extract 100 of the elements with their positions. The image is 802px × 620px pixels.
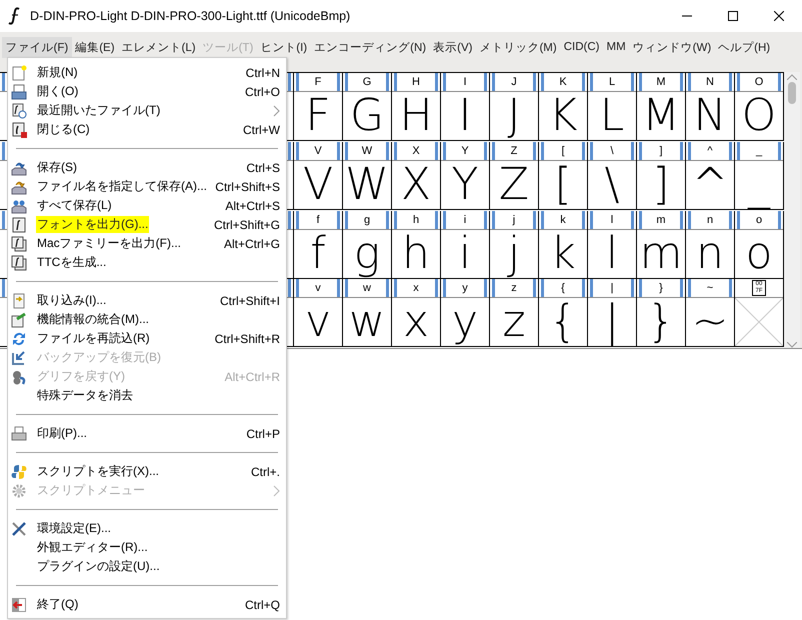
glyph-cell-header[interactable]: ^ (686, 142, 734, 161)
glyph-cell-header[interactable]: y (441, 279, 489, 298)
glyph-cell[interactable]: Y (441, 160, 489, 209)
glyph-cell[interactable]: [ (539, 160, 587, 209)
glyph-cell[interactable]: l (588, 230, 636, 278)
glyph-cell-header[interactable]: Y (441, 142, 489, 161)
glyph-cell[interactable]: i (441, 230, 489, 278)
glyph-cell-header[interactable]: o (735, 210, 783, 230)
glyph-cell[interactable]: L (588, 92, 636, 140)
glyph-cell-header[interactable]: N (686, 73, 734, 92)
glyph-cell[interactable]: ^ (686, 160, 734, 209)
glyph-cell-header[interactable]: O (735, 73, 783, 92)
menu-item[interactable]: 環境設定(E)... (36, 520, 112, 537)
menu-item[interactable]: 特殊データを消去 (36, 387, 134, 404)
glyph-cell-header[interactable]: v (294, 279, 342, 298)
glyph-cell-header[interactable]: ~ (686, 279, 734, 298)
glyph-cell-header[interactable]: z (490, 279, 538, 298)
menu-item[interactable]: 取り込み(I)... (36, 292, 108, 309)
menu-item[interactable]: すべて保存(L) (36, 197, 113, 214)
glyph-cell[interactable]: j (490, 230, 538, 278)
menu-item[interactable]: Macファミリーを出力(F)... (36, 235, 182, 252)
glyph-cell-header[interactable]: | (588, 279, 636, 298)
menu-item[interactable]: MM (602, 38, 630, 56)
glyph-cell[interactable]: m (637, 230, 685, 278)
glyph-cell[interactable]: o (735, 230, 783, 278)
glyph-cell[interactable]: w (343, 298, 391, 346)
menu-item[interactable]: 開く(O) (36, 83, 80, 100)
glyph-cell-header[interactable]: k (539, 210, 587, 230)
glyph-cell-header[interactable]: m (637, 210, 685, 230)
glyph-cell-header[interactable]: ] (637, 142, 685, 161)
glyph-cell-header[interactable]: j (490, 210, 538, 230)
menu-item[interactable]: プラグインの設定(U)... (36, 558, 161, 575)
menu-item[interactable]: 保存(S) (36, 159, 78, 176)
glyph-cell[interactable]: x (392, 298, 440, 346)
glyph-cell-header[interactable]: J (490, 73, 538, 92)
menu-item[interactable]: 閉じる(C) (36, 121, 91, 138)
menu-item[interactable]: ファイル(F) (2, 36, 72, 58)
glyph-cell[interactable]: V (294, 160, 342, 209)
glyph-cell-header[interactable]: K (539, 73, 587, 92)
glyph-cell-header[interactable]: [ (539, 142, 587, 161)
glyph-cell-header[interactable]: w (343, 279, 391, 298)
glyph-cell-header[interactable]: x (392, 279, 440, 298)
glyph-cell-header[interactable]: L (588, 73, 636, 92)
glyph-cell[interactable]: v (294, 298, 342, 346)
glyph-cell[interactable]: \ (588, 160, 636, 209)
menu-item[interactable]: CID(C) (560, 38, 603, 56)
glyph-cell[interactable]: g (343, 230, 391, 278)
menu-item[interactable]: 外観エディター(R)... (36, 539, 149, 556)
menu-item[interactable]: 表示(V) (430, 36, 476, 58)
glyph-cell[interactable]: f (294, 230, 342, 278)
glyph-cell[interactable]: N (686, 92, 734, 140)
glyph-cell[interactable]: W (343, 160, 391, 209)
glyph-cell[interactable]: } (637, 298, 685, 346)
menu-item[interactable]: 編集(E) (72, 36, 118, 58)
menu-item[interactable]: フォントを出力(G)... (36, 216, 150, 233)
glyph-cell-header[interactable]: M (637, 73, 685, 92)
glyph-cell-header[interactable]: _ (735, 142, 783, 161)
glyph-cell-header[interactable]: f (294, 210, 342, 230)
glyph-cell[interactable]: K (539, 92, 587, 140)
empty-glyph-cross[interactable] (735, 298, 783, 346)
menu-item[interactable]: ファイルを再読込(R) (36, 330, 151, 347)
glyph-cell[interactable]: Z (490, 160, 538, 209)
glyph-cell[interactable]: y (441, 298, 489, 346)
glyph-cell[interactable]: H (392, 92, 440, 140)
glyph-cell-header[interactable]: } (637, 279, 685, 298)
menu-item[interactable]: ヘルプ(H) (714, 36, 774, 58)
glyph-cell-header[interactable]: n (686, 210, 734, 230)
glyph-cell[interactable]: k (539, 230, 587, 278)
glyph-cell-header[interactable]: V (294, 142, 342, 161)
glyph-cell-header[interactable]: Z (490, 142, 538, 161)
glyph-cell[interactable]: z (490, 298, 538, 346)
glyph-cell-header[interactable]: l (588, 210, 636, 230)
glyph-cell[interactable]: { (539, 298, 587, 346)
glyph-cell-header[interactable]: H (392, 73, 440, 92)
menu-item[interactable]: ファイル名を指定して保存(A)... (36, 178, 208, 195)
menu-item[interactable]: 印刷(P)... (36, 425, 88, 442)
menu-item[interactable]: エンコーディング(N) (310, 36, 430, 58)
glyph-cell[interactable]: n (686, 230, 734, 278)
glyph-cell-header[interactable]: W (343, 142, 391, 161)
glyph-cell[interactable]: X (392, 160, 440, 209)
menu-item[interactable]: 新規(N) (36, 64, 79, 81)
glyph-cell-header[interactable]: i (441, 210, 489, 230)
glyph-cell-header[interactable]: F (294, 73, 342, 92)
menu-item[interactable]: TTCを生成... (36, 254, 108, 271)
glyph-cell[interactable]: J (490, 92, 538, 140)
glyph-cell-header[interactable]: X (392, 142, 440, 161)
menu-item[interactable]: 最近開いたファイル(T) (36, 102, 162, 119)
menu-item[interactable]: ウィンドウ(W) (629, 36, 715, 58)
glyph-cell[interactable]: O (735, 92, 783, 140)
menu-item[interactable]: ヒント(I) (256, 36, 311, 58)
scrollbar-thumb[interactable] (788, 82, 796, 104)
menu-item[interactable]: 終了(Q) (36, 596, 80, 613)
vertical-scrollbar[interactable] (784, 72, 800, 348)
menu-item[interactable]: エレメント(L) (118, 36, 200, 58)
menu-item[interactable]: 機能情報の統合(M)... (36, 311, 150, 328)
glyph-cell[interactable]: G (343, 92, 391, 140)
glyph-cell[interactable]: h (392, 230, 440, 278)
menu-item[interactable]: スクリプトを実行(X)... (36, 463, 160, 480)
menu-item[interactable]: メトリック(M) (476, 36, 560, 58)
glyph-cell[interactable]: ~ (686, 298, 734, 346)
